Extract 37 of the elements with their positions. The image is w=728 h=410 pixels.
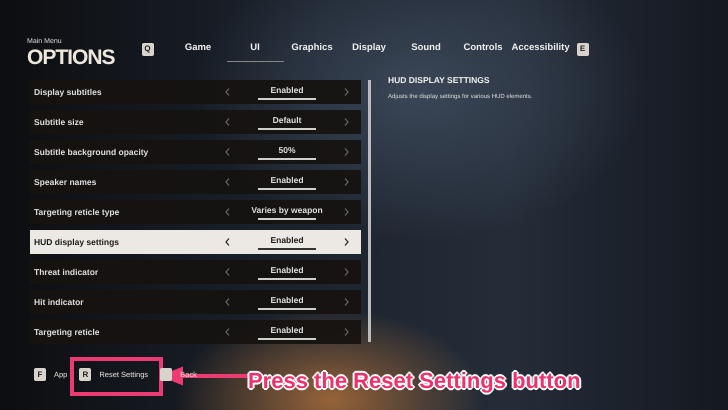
setting-label: Subtitle size [34, 116, 85, 128]
detail-heading: HUD DISPLAY SETTINGS [388, 74, 491, 87]
tab[interactable]: Accessibility [512, 36, 569, 62]
setting-value: Enabled [270, 174, 304, 186]
setting-label: Hit indicator [34, 296, 85, 308]
setting-label: HUD display settings [34, 236, 120, 248]
setting-row[interactable]: HUD display settings Enabled [30, 230, 361, 254]
key-hint: R [79, 368, 92, 381]
setting-value: Enabled [270, 324, 304, 336]
setting-value: Varies by weapon [251, 204, 323, 216]
tab[interactable]: Graphics [284, 36, 341, 62]
key-hint: Q [142, 42, 154, 56]
right-chevron-icon[interactable] [344, 238, 349, 246]
setting-label: Speaker names [34, 176, 98, 188]
tab[interactable]: Game [170, 36, 227, 62]
scrollbar[interactable] [368, 80, 371, 342]
key-icon [160, 368, 172, 381]
setting-value: 50% [278, 144, 296, 156]
tab[interactable]: Sound [398, 36, 455, 62]
page-title: OPTIONS [27, 47, 115, 68]
tab[interactable]: UI [226, 36, 284, 62]
setting-value: Default [272, 114, 302, 126]
left-chevron-icon[interactable] [225, 238, 230, 246]
tab[interactable]: Controls [454, 36, 512, 62]
setting-value: Enabled [270, 294, 304, 306]
setting-label: Threat indicator [34, 266, 100, 278]
setting-label: Targeting reticle [34, 326, 100, 338]
key-hint: F [34, 368, 46, 381]
setting-value: Enabled [270, 84, 304, 96]
annotation-caption: Press the Reset Settings button [248, 367, 581, 395]
setting-value: Enabled [270, 264, 304, 276]
key-hint: E [576, 42, 589, 56]
setting-label: Display subtitles [34, 86, 103, 98]
setting-label: Subtitle background opacity [34, 146, 150, 158]
setting-value: Enabled [270, 234, 304, 246]
tab[interactable]: Display [340, 36, 398, 62]
setting-label: Targeting reticle type [34, 206, 120, 218]
